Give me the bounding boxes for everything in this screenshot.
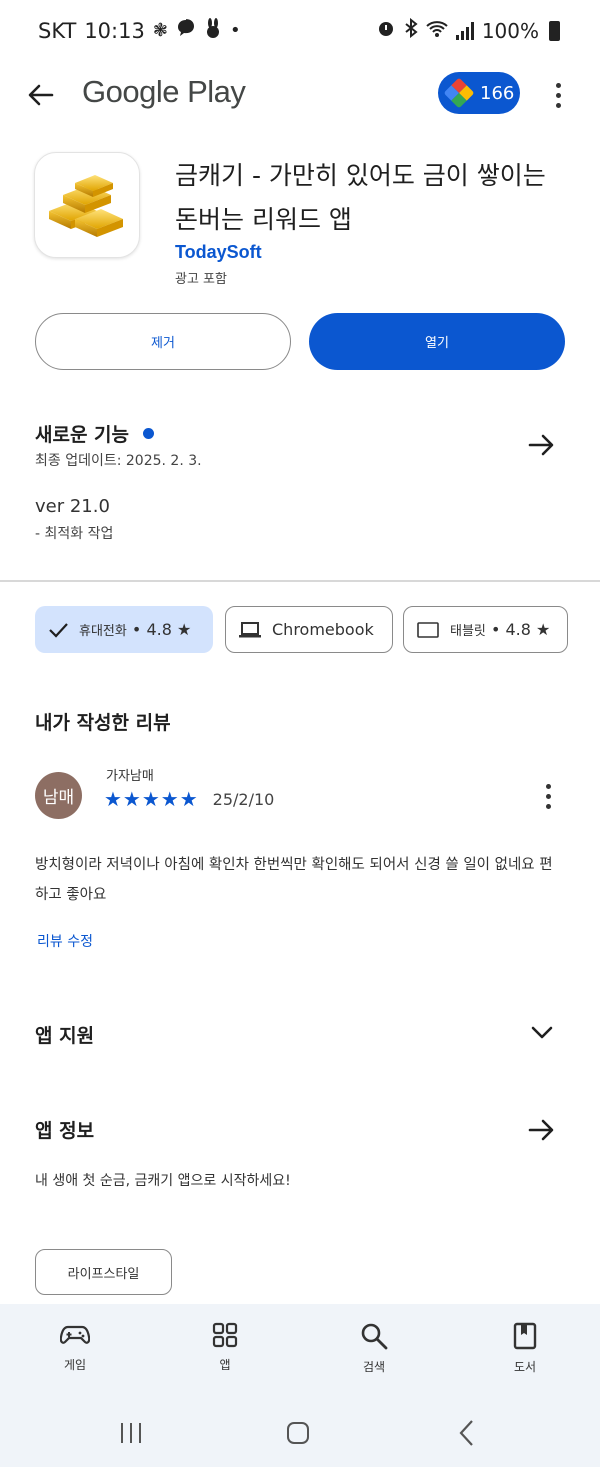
chip-tablet-label: 태블릿: [450, 624, 486, 639]
chip-phone-rating: 4.8: [146, 620, 172, 639]
app-info-arrow-button[interactable]: [524, 1113, 558, 1147]
reviewer-name: 가자남매: [106, 769, 154, 784]
ads-notice: 광고 포함: [175, 272, 227, 287]
points-count: 166: [480, 82, 515, 104]
laptop-icon: [239, 621, 261, 637]
review-body: 방치형이라 저녁이나 아침에 확인차 한번씩만 확인해도 되어서 신경 쓸 일이…: [35, 857, 553, 903]
nav-item-books[interactable]: 도서: [485, 1322, 565, 1375]
back-button[interactable]: [24, 78, 58, 112]
battery-icon: [549, 20, 560, 41]
carrier-label: SKT: [38, 18, 77, 43]
status-right: 100%: [376, 17, 560, 43]
changelog-text: - 최적화 작업: [35, 526, 114, 542]
uninstall-button[interactable]: 제거: [35, 313, 291, 370]
chat-icon: [176, 18, 196, 43]
arrow-right-icon: [528, 1119, 554, 1141]
new-indicator-dot: [143, 428, 155, 439]
status-bar: SKT 10:13 ❃ • 100%: [0, 0, 600, 64]
bluetooth-icon: [404, 17, 418, 43]
review-rating-row: ★★★★★ 25/2/10: [104, 787, 274, 811]
last-updated-text: 최종 업데이트: 2025. 2. 3.: [35, 453, 202, 469]
system-back-button[interactable]: [458, 1419, 476, 1447]
store-brand: Google Play: [82, 74, 246, 109]
avatar: 남매: [35, 772, 82, 819]
alarm-icon: [376, 18, 396, 43]
overflow-menu-button[interactable]: [548, 78, 568, 112]
nav-label-search: 검색: [362, 1360, 386, 1374]
developer-link[interactable]: TodaySoft: [175, 242, 262, 263]
rabbit-icon: [204, 18, 222, 43]
app-bar: Google Play 166: [0, 64, 600, 126]
whats-new-arrow-button[interactable]: [524, 428, 558, 462]
edit-review-link[interactable]: 리뷰 수정: [37, 931, 93, 951]
star-icon: ★: [536, 620, 551, 639]
nav-label-games: 게임: [63, 1358, 87, 1372]
app-info-description: 내 생애 첫 순금, 금캐기 앱으로 시작하세요!: [35, 1173, 291, 1189]
fan-icon: ❃: [152, 20, 168, 41]
play-points-chip[interactable]: 166: [438, 72, 520, 114]
play-points-icon: [443, 77, 475, 109]
book-icon: [513, 1322, 537, 1350]
recent-apps-button[interactable]: [118, 1421, 144, 1445]
bottom-navigation: 게임 앱 검색 도서: [0, 1304, 600, 1399]
signal-icon: [455, 21, 474, 40]
nav-item-games[interactable]: 게임: [35, 1322, 115, 1373]
open-button[interactable]: 열기: [309, 313, 565, 370]
status-left: SKT 10:13 ❃ •: [38, 18, 241, 43]
star-icon: ★: [177, 620, 192, 639]
app-info-title[interactable]: 앱 정보: [35, 1116, 94, 1143]
chip-tablet[interactable]: 태블릿 • 4.8 ★: [403, 606, 568, 653]
chip-chromebook[interactable]: Chromebook: [225, 606, 393, 653]
chip-phone[interactable]: 휴대전화 • 4.8 ★: [35, 606, 213, 653]
chip-chromebook-label: Chromebook: [272, 620, 374, 639]
arrow-right-icon: [528, 434, 554, 456]
my-review-title: 내가 작성한 리뷰: [35, 712, 171, 734]
app-support-title[interactable]: 앱 지원: [35, 1021, 94, 1048]
app-support-expand-button[interactable]: [528, 1018, 556, 1046]
checkmark-icon: [49, 622, 68, 638]
app-title: 금캐기 - 가만히 있어도 금이 쌓이는 돈버는 리워드 앱: [175, 161, 546, 234]
tablet-icon: [417, 621, 439, 638]
chevron-down-icon: [531, 1026, 553, 1039]
clock: 10:13: [84, 18, 145, 43]
nav-label-books: 도서: [513, 1360, 537, 1374]
battery-label: 100%: [481, 18, 539, 43]
system-navigation-bar: [0, 1399, 600, 1467]
apps-grid-icon: [212, 1322, 238, 1348]
whats-new-title: 새로운 기능: [35, 424, 130, 446]
gold-bars-icon: [49, 175, 123, 237]
chip-phone-label: 휴대전화: [79, 624, 127, 639]
dot-icon: •: [229, 20, 241, 41]
nav-item-apps[interactable]: 앱: [185, 1322, 265, 1373]
review-date: 25/2/10: [212, 789, 275, 809]
search-icon: [361, 1323, 388, 1350]
whats-new-header[interactable]: 새로운 기능: [35, 420, 155, 447]
nav-item-search[interactable]: 검색: [334, 1322, 414, 1375]
review-more-button[interactable]: [538, 780, 558, 812]
category-tag-chip[interactable]: 라이프스타일: [35, 1249, 172, 1295]
nav-label-apps: 앱: [219, 1358, 231, 1372]
version-text: ver 21.0: [35, 496, 110, 517]
home-button[interactable]: [286, 1421, 310, 1445]
star-rating: ★★★★★: [104, 787, 199, 811]
chip-tablet-rating: 4.8: [505, 620, 531, 639]
gamepad-icon: [60, 1325, 90, 1344]
app-icon: [34, 152, 140, 258]
wifi-icon: [426, 19, 448, 43]
arrow-left-icon: [28, 84, 54, 106]
section-divider: [0, 580, 600, 582]
